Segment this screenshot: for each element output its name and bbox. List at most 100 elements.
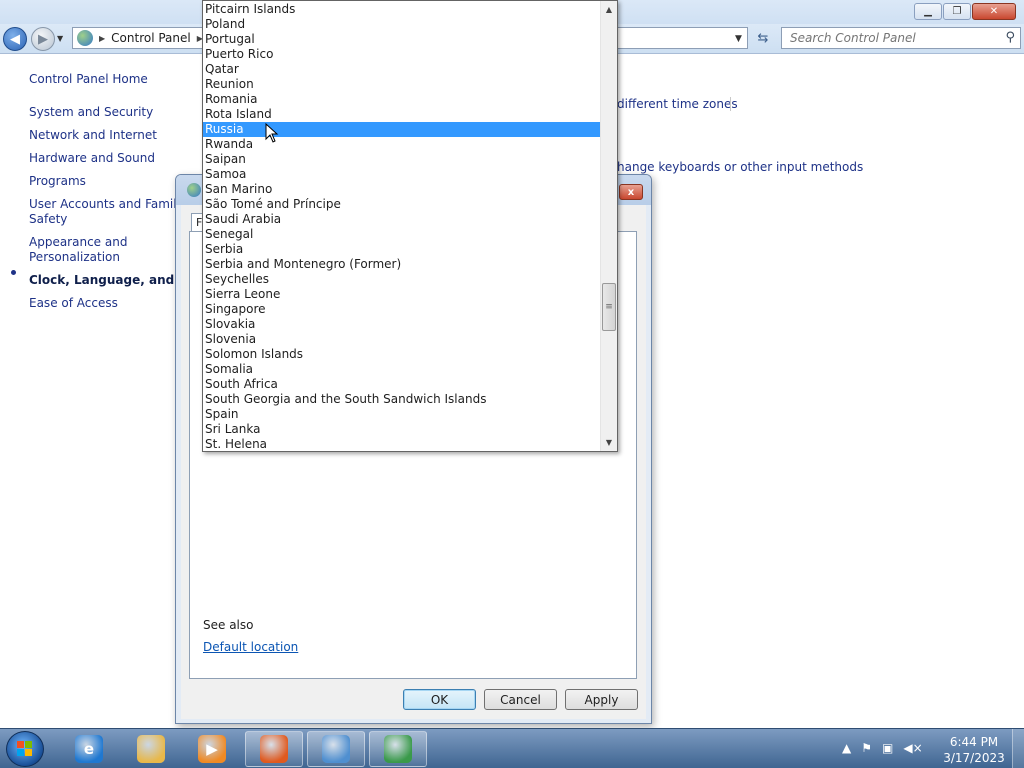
taskbar-button[interactable] [245,731,303,767]
apply-button[interactable]: Apply [565,689,638,710]
close-icon: x [627,186,635,198]
breadcrumb-separator-icon[interactable]: ▶ [99,34,105,43]
close-button[interactable]: ✕ [972,3,1016,20]
nav-clock-language-region[interactable]: Clock, Language, and Region [29,273,225,288]
recent-pages-dropdown[interactable]: ▼ [57,34,63,43]
search-input[interactable] [790,31,990,45]
location-option[interactable]: Seychelles [203,272,600,287]
scroll-thumb[interactable]: ≡ [602,282,616,331]
firefox-icon [260,735,288,763]
nav-programs[interactable]: Programs [29,174,189,189]
location-option[interactable]: Spain [203,407,600,422]
control-panel-home-link[interactable]: Control Panel Home [29,72,148,86]
location-option[interactable]: São Tomé and Príncipe [203,197,600,212]
location-option[interactable]: South Georgia and the South Sandwich Isl… [203,392,600,407]
scroll-down-arrow-icon[interactable]: ▼ [601,434,617,451]
location-option[interactable]: Solomon Islands [203,347,600,362]
grip-icon: ≡ [605,301,613,312]
location-option[interactable]: Rota Island [203,107,600,122]
restore-icon: ❐ [952,6,962,17]
internet-explorer-icon: e [75,735,103,763]
show-hidden-icons-button[interactable]: ▲ [842,741,851,755]
location-option[interactable]: Romania [203,92,600,107]
taskbar-button[interactable] [122,731,180,767]
location-option[interactable]: Rwanda [203,137,600,152]
location-option[interactable]: Slovakia [203,317,600,332]
minimize-button[interactable]: ▁ [914,3,942,20]
nav-hardware-sound[interactable]: Hardware and Sound [29,151,189,166]
location-option[interactable]: San Marino [203,182,600,197]
clock[interactable]: 6:44 PM 3/17/2023 [940,734,1008,766]
globe-icon [187,183,201,197]
taskbar-button[interactable]: e [60,731,118,767]
network-icon[interactable]: ▣ [882,741,893,755]
start-button[interactable] [6,731,44,767]
nav-user-accounts[interactable]: User Accounts and Family Safety [29,197,189,227]
location-option[interactable]: Slovenia [203,332,600,347]
location-option[interactable]: Saipan [203,152,600,167]
search-icon[interactable]: ⚲ [1005,30,1015,45]
location-option[interactable]: Reunion [203,77,600,92]
location-option[interactable]: St. Helena [203,437,600,451]
show-desktop-button[interactable] [1012,729,1024,768]
control-panel-icon [77,30,93,46]
location-option[interactable]: Serbia and Montenegro (Former) [203,257,600,272]
location-option[interactable]: South Africa [203,377,600,392]
location-option[interactable]: Somalia [203,362,600,377]
link-separator [730,97,731,111]
windows-explorer-icon [137,735,165,763]
location-option[interactable]: Russia [203,122,600,137]
taskbar-button[interactable] [307,731,365,767]
location-option[interactable]: Serbia [203,242,600,257]
time-zones-link[interactable]: different time zones [617,97,738,111]
location-option[interactable]: Portugal [203,32,600,47]
windows-logo-icon [17,741,33,757]
clock-time: 6:44 PM [949,735,999,749]
taskbar: e ▶ ▲ ⚑ ▣ ◀× 6:44 PM 3/17/2023 [0,728,1024,768]
close-icon: ✕ [989,6,999,17]
action-center-flag-icon[interactable]: ⚑ [861,741,872,755]
cancel-button[interactable]: Cancel [484,689,557,710]
arrow-left-icon: ◀ [10,31,20,47]
refresh-icon: ⇆ [757,30,769,46]
nav-system-security[interactable]: System and Security [29,105,189,120]
location-option[interactable]: Puerto Rico [203,47,600,62]
media-player-icon: ▶ [198,735,226,763]
taskbar-button[interactable] [369,731,427,767]
control-panel-icon [322,735,350,763]
refresh-button[interactable]: ⇆ [752,27,774,49]
window-controls: ▁ ❐ ✕ [914,3,1016,20]
location-option[interactable]: Qatar [203,62,600,77]
nav-appearance[interactable]: Appearance and Personalization [29,235,189,265]
mouse-cursor-icon [265,123,279,143]
back-button[interactable]: ◀ [3,27,27,51]
location-dropdown-list[interactable]: Pitcairn Islands Poland Portugal Puerto Ric… [202,0,618,452]
forward-button[interactable]: ▶ [31,27,55,51]
search-box[interactable]: ⚲ [781,27,1021,49]
dropdown-scrollbar[interactable]: ▲ ≡ ▼ [600,1,617,451]
taskbar-button[interactable]: ▶ [183,731,241,767]
dialog-close-button[interactable]: x [619,184,643,200]
left-navigation-pane: Control Panel Home System and Security N… [0,56,225,726]
address-history-dropdown[interactable]: ▼ [735,34,742,44]
breadcrumb-control-panel[interactable]: Control Panel [111,31,191,45]
location-option[interactable]: Samoa [203,167,600,182]
location-option[interactable]: Sri Lanka [203,422,600,437]
nav-ease-of-access[interactable]: Ease of Access [29,296,189,311]
location-option[interactable]: Sierra Leone [203,287,600,302]
change-keyboards-link[interactable]: hange keyboards or other input methods [617,160,863,174]
volume-muted-icon[interactable]: ◀× [903,741,922,755]
clock-date: 3/17/2023 [943,751,1005,765]
location-option[interactable]: Pitcairn Islands [203,2,600,17]
active-category-bullet [11,270,16,275]
ok-button[interactable]: OK [403,689,476,710]
system-tray: ▲ ⚑ ▣ ◀× [842,741,923,755]
location-option[interactable]: Singapore [203,302,600,317]
maximize-button[interactable]: ❐ [943,3,971,20]
location-option[interactable]: Senegal [203,227,600,242]
scroll-up-arrow-icon[interactable]: ▲ [601,1,617,18]
nav-network-internet[interactable]: Network and Internet [29,128,189,143]
default-location-link[interactable]: Default location [203,640,298,654]
location-option[interactable]: Poland [203,17,600,32]
location-option[interactable]: Saudi Arabia [203,212,600,227]
